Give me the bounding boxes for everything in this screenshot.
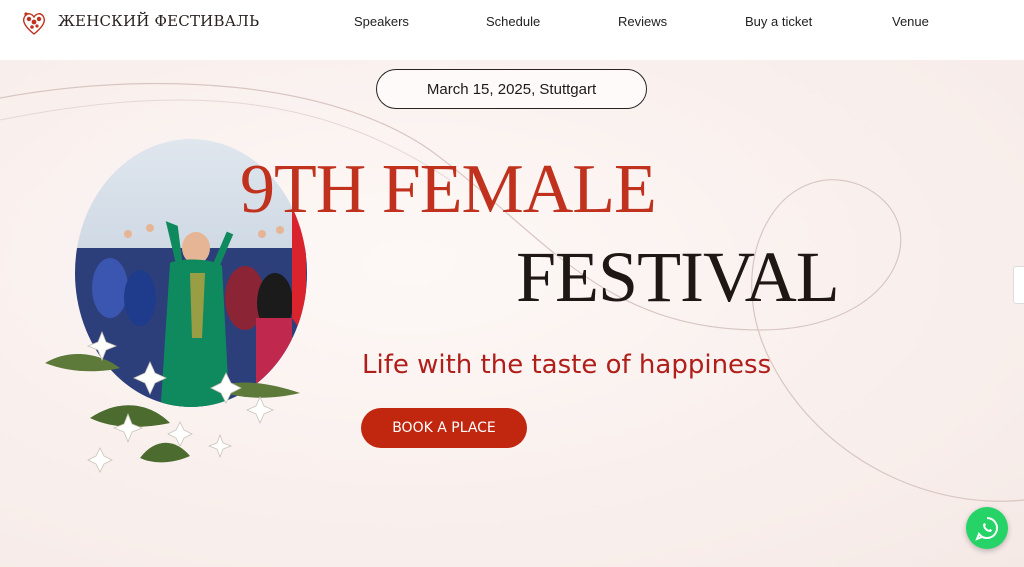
site-header: ЖЕНСКИЙ ФЕСТИВАЛЬ Speakers Schedule Revi… (0, 0, 1024, 60)
hero-title-line2: FESTIVAL (516, 237, 840, 317)
heart-flowers-icon[interactable] (20, 8, 48, 36)
whatsapp-button[interactable] (966, 507, 1008, 549)
book-place-button[interactable]: BOOK A PLACE (361, 408, 527, 448)
nav-venue[interactable]: Venue (892, 14, 929, 29)
hero-tagline: Life with the taste of happiness (362, 350, 772, 380)
nav-buy-ticket[interactable]: Buy a ticket (745, 14, 812, 29)
nav-schedule[interactable]: Schedule (486, 14, 540, 29)
whatsapp-icon (975, 517, 998, 541)
nav-reviews[interactable]: Reviews (618, 14, 667, 29)
brand-name[interactable]: ЖЕНСКИЙ ФЕСТИВАЛЬ (58, 12, 259, 30)
side-panel-tab[interactable] (1013, 266, 1024, 304)
nav-speakers[interactable]: Speakers (354, 14, 409, 29)
hero-title-line1: 9TH FEMALE (240, 151, 657, 228)
event-date-badge: March 15, 2025, Stuttgart (376, 69, 647, 109)
